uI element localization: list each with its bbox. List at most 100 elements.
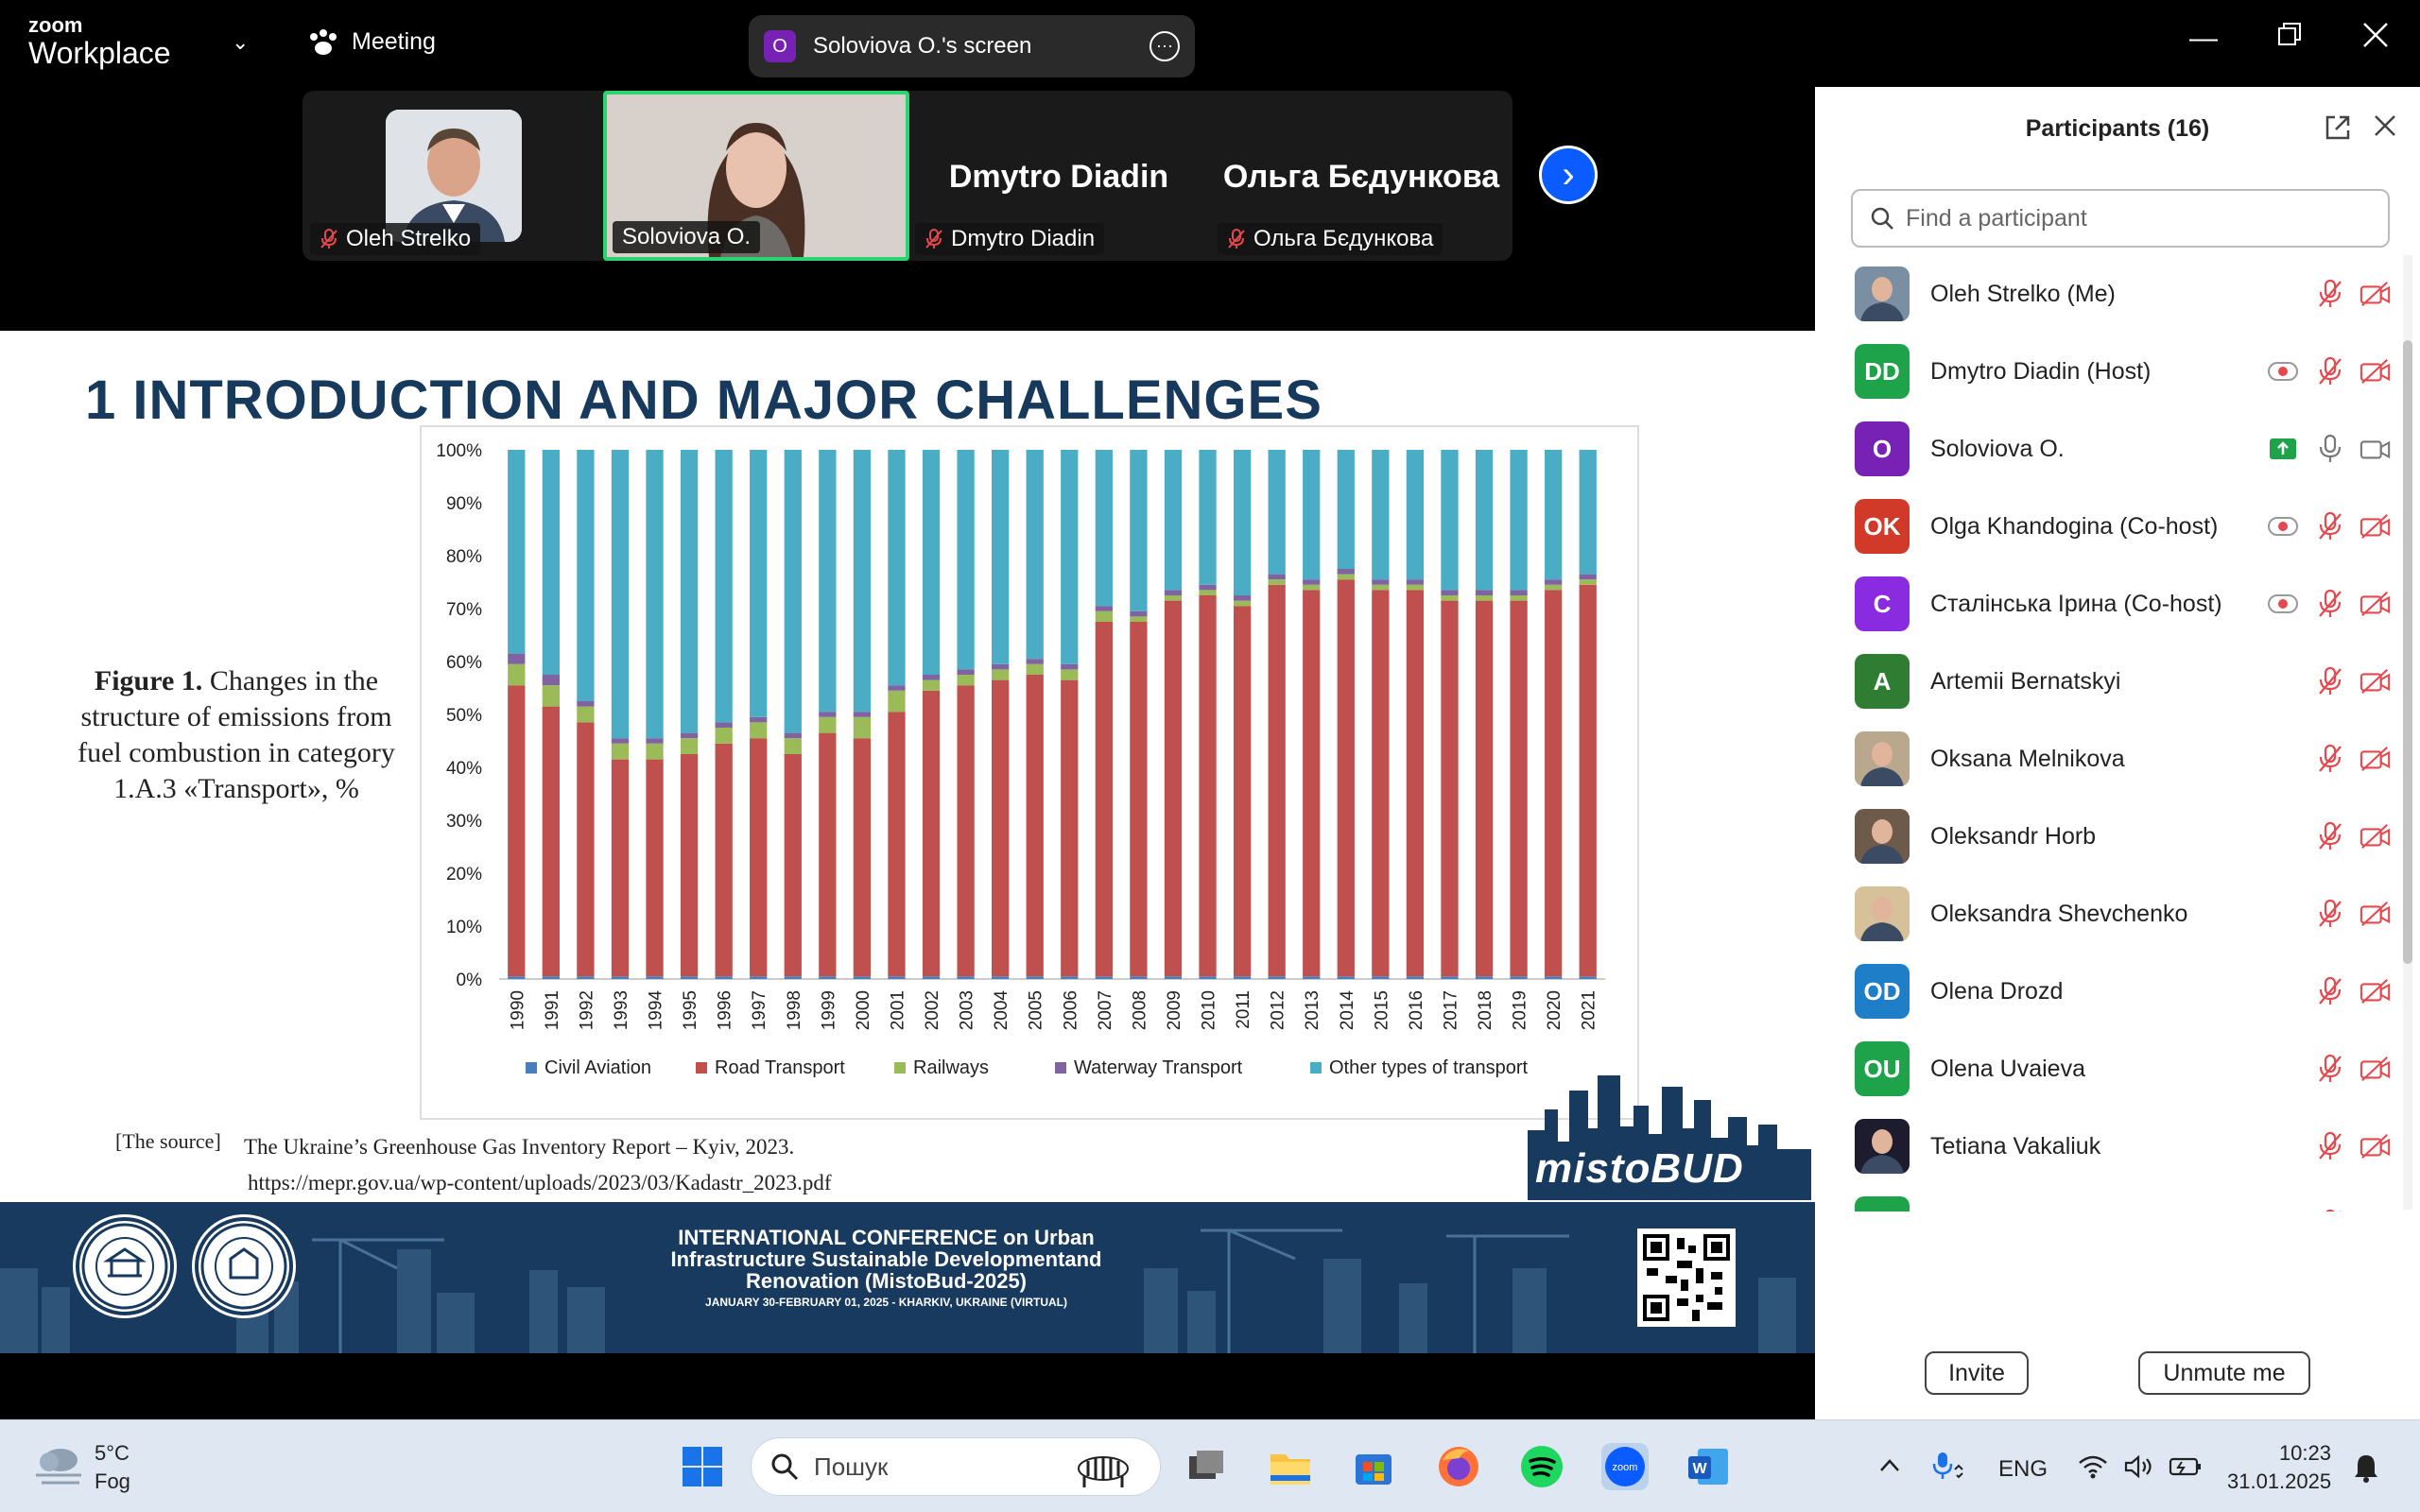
x-tick-label: 2010 (1200, 990, 1219, 1030)
bar-segment-civil-aviation (542, 976, 560, 979)
weather-widget[interactable]: 5°C Fog (95, 1439, 130, 1496)
bar-segment-other-types-of-transport (784, 450, 802, 733)
avatar: DD (1855, 344, 1910, 399)
close-window-icon[interactable] (2361, 21, 2390, 57)
participant-row[interactable]: Tetiana Vakaliuk (1815, 1108, 2401, 1185)
bar-segment-other-types-of-transport (1026, 450, 1044, 660)
participant-row[interactable]: DD Dmytro Diadin (Host) (1815, 333, 2401, 410)
video-tile-soloviova[interactable]: Soloviova O. (603, 91, 909, 261)
chevron-down-icon[interactable]: ⌄ (232, 30, 249, 55)
battery-icon[interactable] (2169, 1454, 2203, 1486)
invite-button[interactable]: Invite (1925, 1351, 2029, 1395)
word-icon[interactable]: W (1685, 1443, 1732, 1490)
video-tile-dmytro[interactable]: Dmytro Diadin Dmytro Diadin (908, 91, 1210, 261)
muted-mic-icon[interactable] (2314, 1130, 2346, 1162)
muted-mic-icon[interactable] (2314, 1208, 2346, 1211)
video-off-icon[interactable] (2360, 1130, 2392, 1162)
video-off-icon[interactable] (2360, 820, 2392, 852)
search-input[interactable]: Find a participant (1851, 189, 2390, 248)
muted-mic-icon[interactable] (2314, 510, 2346, 542)
x-tick-label: 1993 (612, 990, 631, 1030)
video-off-icon[interactable] (2360, 510, 2392, 542)
more-options-icon[interactable]: ⋯ (1150, 31, 1180, 61)
tile-big-name: Ольга Бєдункова (1222, 159, 1500, 195)
participant-row[interactable]: Oleksandr Horb (1815, 798, 2401, 875)
fog-weather-icon[interactable] (32, 1441, 85, 1488)
wifi-icon[interactable] (2078, 1454, 2108, 1486)
tray-chevron-up-icon[interactable] (1879, 1452, 1900, 1479)
video-off-icon[interactable] (2360, 1208, 2392, 1211)
restore-icon[interactable] (2276, 21, 2303, 55)
avatar: O (1855, 421, 1910, 476)
screen-share-pill[interactable]: O Soloviova O.'s screen ⋯ (749, 15, 1195, 77)
legend-swatch (1055, 1062, 1066, 1074)
participant-row[interactable]: Oleksandra Shevchenko (1815, 875, 2401, 953)
microphone-tray-icon[interactable] (1932, 1451, 1966, 1487)
minimize-icon[interactable]: — (2189, 23, 2218, 55)
participant-row[interactable]: A Artemii Bernatskyi (1815, 643, 2401, 720)
clock[interactable]: 10:23 31.01.2025 (2227, 1439, 2331, 1496)
bar-segment-railways (819, 716, 837, 733)
video-off-icon[interactable] (2360, 975, 2392, 1007)
pop-out-icon[interactable] (2324, 113, 2352, 148)
muted-mic-icon[interactable] (2314, 743, 2346, 775)
bar-segment-railways (1026, 663, 1044, 675)
microsoft-store-icon[interactable] (1350, 1443, 1397, 1490)
video-off-icon[interactable] (2360, 743, 2392, 775)
taskbar-search[interactable]: Пошук (751, 1437, 1161, 1496)
participant-row[interactable]: O Soloviova O. (1815, 410, 2401, 488)
participant-row[interactable]: OD Olena Drozd (1815, 953, 2401, 1030)
participant-row[interactable]: Oksana Melnikova (1815, 720, 2401, 798)
muted-mic-icon[interactable] (2314, 820, 2346, 852)
participant-scrollbar[interactable] (2403, 255, 2412, 1210)
muted-mic-icon[interactable] (2314, 975, 2346, 1007)
avatar: К (1855, 1196, 1910, 1211)
notification-bell-icon[interactable] (2352, 1452, 2380, 1489)
recording-icon (2267, 510, 2299, 542)
volume-icon[interactable] (2123, 1454, 2153, 1486)
video-off-icon[interactable] (2360, 1053, 2392, 1085)
muted-mic-icon[interactable] (2314, 355, 2346, 387)
video-off-icon[interactable] (2360, 278, 2392, 310)
meeting-menu[interactable]: Meeting (308, 28, 436, 56)
video-off-icon[interactable] (2360, 898, 2392, 930)
participant-row[interactable]: OK Olga Khandogina (Co-host) (1815, 488, 2401, 565)
video-icon[interactable] (2360, 433, 2392, 465)
y-tick-label: 60% (446, 653, 482, 673)
bar-segment-waterway-transport (1095, 606, 1113, 611)
file-explorer-icon[interactable] (1267, 1443, 1314, 1490)
participant-row[interactable]: К Катерина КОРОЛЬ (ЛДУБЖД) (1815, 1185, 2401, 1211)
participant-row[interactable]: Oleh Strelko (Me) (1815, 255, 2401, 333)
next-page-icon[interactable]: › (1539, 146, 1598, 204)
start-icon[interactable] (679, 1443, 726, 1490)
x-tick-label: 2005 (1027, 990, 1046, 1030)
zoom-taskbar-icon[interactable]: zoom (1601, 1443, 1649, 1490)
video-off-icon[interactable] (2360, 665, 2392, 697)
mic-icon[interactable] (2314, 433, 2346, 465)
bar-segment-other-types-of-transport (922, 450, 941, 675)
bar-segment-railways (1164, 595, 1183, 601)
y-tick-label: 100% (436, 441, 482, 461)
participant-row[interactable]: C Сталінська Ірина (Co-host) (1815, 565, 2401, 643)
close-panel-icon[interactable] (2373, 113, 2397, 145)
video-off-icon[interactable] (2360, 588, 2392, 620)
muted-mic-icon[interactable] (2314, 898, 2346, 930)
video-tile-oleh[interactable]: Oleh Strelko (302, 91, 605, 261)
task-view-icon[interactable] (1184, 1443, 1231, 1490)
unmute-button[interactable]: Unmute me (2138, 1351, 2310, 1395)
muted-mic-icon[interactable] (2314, 278, 2346, 310)
muted-mic-icon[interactable] (2314, 1053, 2346, 1085)
x-tick-label: 1998 (785, 990, 804, 1030)
video-tile-olga[interactable]: Ольга Бєдункова Ольга Бєдункова (1210, 91, 1512, 261)
video-off-icon[interactable] (2360, 355, 2392, 387)
participant-row[interactable]: OU Olena Uvaieva (1815, 1030, 2401, 1108)
legend-label: Road Transport (715, 1057, 845, 1078)
firefox-icon[interactable] (1435, 1443, 1482, 1490)
bar-segment-road-transport (646, 759, 664, 977)
legend-label: Railways (913, 1057, 989, 1078)
bar-segment-waterway-transport (888, 685, 906, 691)
muted-mic-icon[interactable] (2314, 665, 2346, 697)
spotify-icon[interactable] (1518, 1443, 1565, 1490)
muted-mic-icon[interactable] (2314, 588, 2346, 620)
language-indicator[interactable]: ENG (1998, 1456, 2048, 1483)
